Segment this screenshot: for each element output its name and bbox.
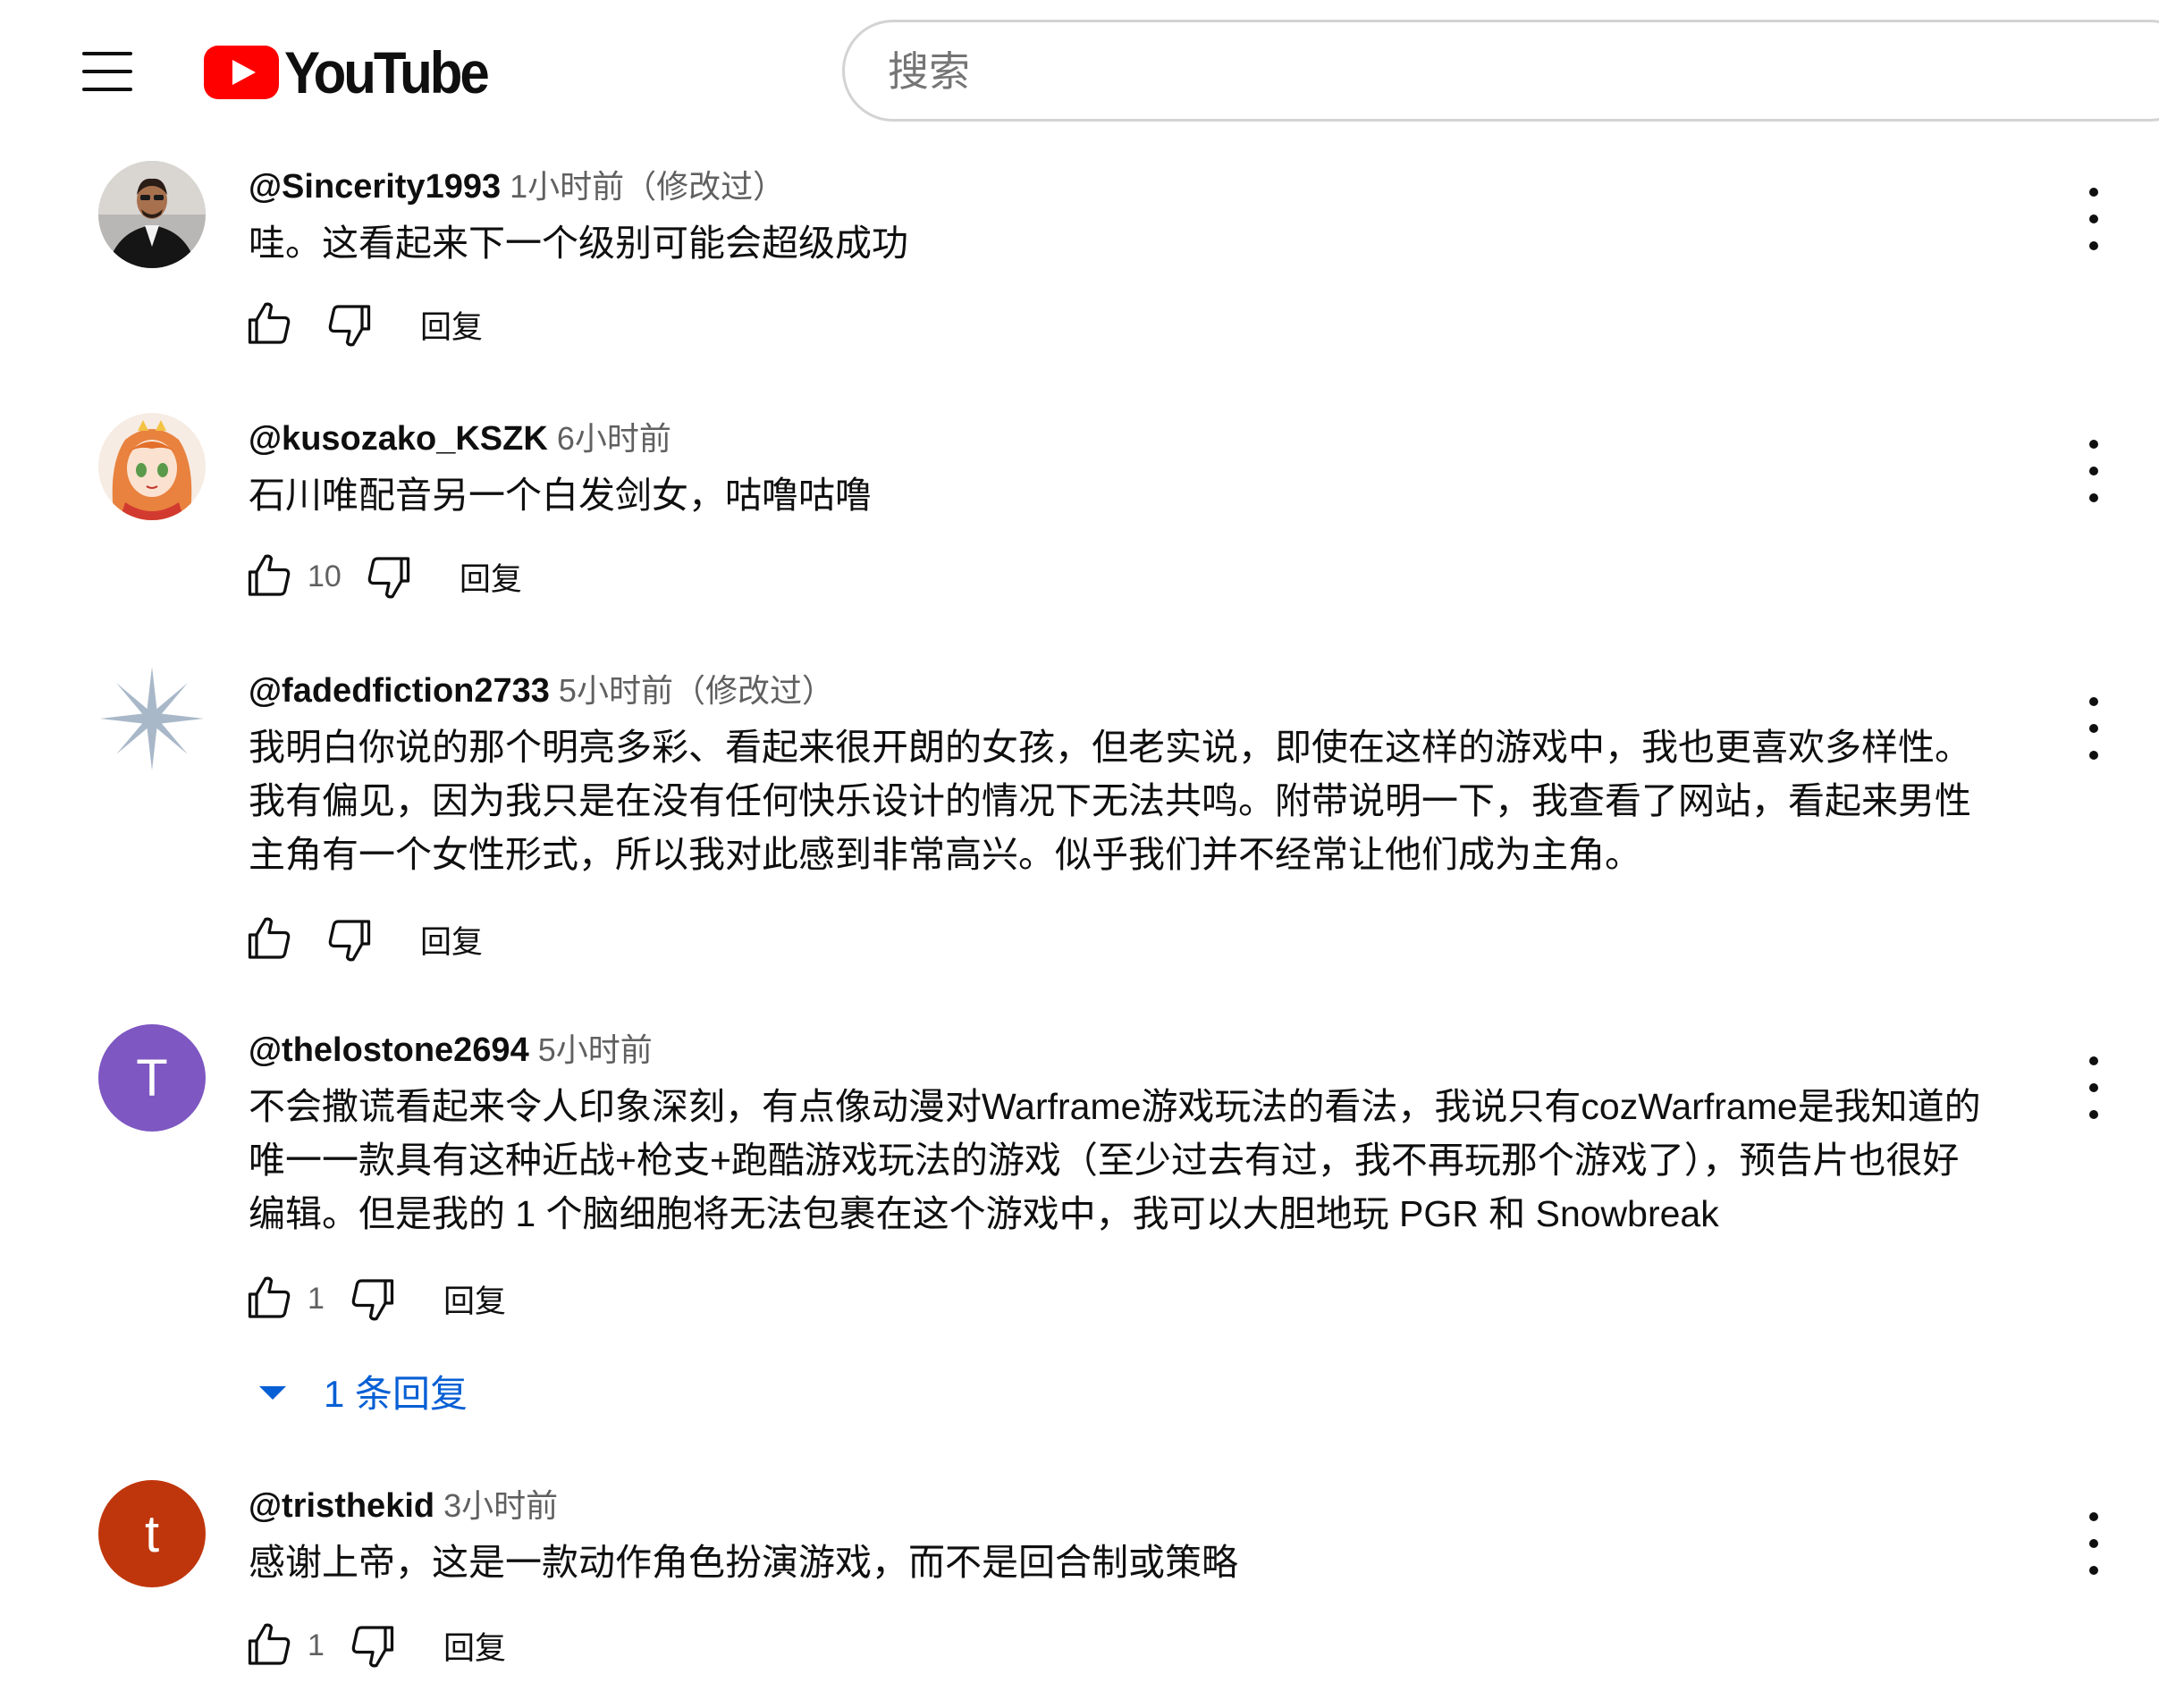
comment-actions: 10 回复 (241, 545, 531, 608)
comment-time[interactable]: 5小时前（修改过） (559, 672, 834, 709)
thumbs-up-icon (248, 917, 291, 959)
more-actions-icon[interactable] (2074, 1512, 2113, 1575)
youtube-wordmark: YouTube (284, 39, 490, 105)
more-actions-icon[interactable] (2074, 440, 2113, 502)
masthead: YouTube (0, 0, 2159, 143)
dislike-button[interactable] (320, 296, 377, 353)
avatar[interactable] (98, 161, 206, 268)
comment-text-line: 编辑。但是我的 1 个脑细胞将无法包裹在这个游戏中，我可以大胆地玩 PGR 和 … (249, 1193, 1719, 1234)
snowflake-star-avatar-icon (98, 665, 206, 772)
reply-button[interactable]: 回复 (434, 1276, 515, 1322)
thumbs-up-icon (248, 1276, 291, 1318)
search-box[interactable] (842, 20, 2159, 122)
man-in-suit-avatar-icon (98, 161, 206, 268)
like-count: 1 (308, 1628, 325, 1662)
reply-button[interactable]: 回复 (451, 554, 531, 600)
comment-text: 不会撒谎看起来令人印象深刻，有点像动漫对Warframe游戏玩法的看法，我说只有… (249, 1080, 2037, 1241)
comment-author[interactable]: @fadedfiction2733 (249, 672, 550, 710)
comment-actions: 回复 (241, 293, 492, 356)
comment-text: 哇。这看起来下一个级别可能会超级成功 (249, 216, 2037, 270)
dislike-button[interactable] (343, 1270, 401, 1327)
search-input[interactable] (886, 44, 1784, 99)
avatar[interactable]: T (98, 1024, 206, 1132)
thumbs-down-icon (328, 305, 371, 347)
comment-time[interactable]: 1小时前（修改过） (510, 168, 785, 205)
thumbs-down-icon (351, 1626, 394, 1668)
reply-button[interactable]: 回复 (411, 302, 492, 348)
thumbs-up-icon (248, 302, 291, 344)
caret-down-icon (259, 1386, 286, 1400)
thumbs-down-icon (328, 920, 371, 962)
comment-actions: 1 回复 (241, 1267, 515, 1330)
comment-text-line: 石川唯配音另一个白发剑女，咕噜咕噜 (249, 475, 872, 516)
avatar-letter: T (136, 1048, 168, 1107)
like-button[interactable] (241, 1270, 299, 1327)
comment-text-line: 唯一一款具有这种近战+枪支+跑酷游戏玩法的游戏（至少过去有过，我不再玩那个游戏了… (249, 1140, 1960, 1181)
comment-actions: 回复 (241, 908, 492, 971)
thumbs-up-icon (248, 1623, 291, 1665)
like-count: 1 (308, 1281, 325, 1316)
comment-text-line: 哇。这看起来下一个级别可能会超级成功 (249, 223, 908, 264)
thumbs-down-icon (367, 557, 409, 599)
comment-time[interactable]: 5小时前 (538, 1031, 653, 1068)
comment-author[interactable]: @tristhekid (249, 1487, 434, 1525)
more-actions-icon[interactable] (2074, 1056, 2113, 1119)
avatar[interactable] (98, 413, 206, 520)
comment-author[interactable]: @thelostone2694 (249, 1031, 529, 1069)
reply-button[interactable]: 回复 (411, 917, 492, 963)
anime-girl-avatar-icon (98, 413, 206, 520)
comment-text-line: 我有偏见，因为我只是在没有任何快乐设计的情况下无法共鸣。附带说明一下，我查看了网… (249, 780, 1971, 821)
comment-text-line: 主角有一个女性形式，所以我对此感到非常高兴。似乎我们并不经常让他们成为主角。 (249, 834, 1641, 875)
thumbs-up-icon (248, 554, 291, 596)
avatar-letter: t (144, 1504, 160, 1563)
more-actions-icon[interactable] (2074, 697, 2113, 760)
replies-count-label: 1 条回复 (324, 1373, 468, 1415)
like-button[interactable] (241, 1617, 299, 1674)
like-button[interactable] (241, 548, 299, 605)
youtube-play-icon (204, 46, 279, 99)
hamburger-menu-icon[interactable] (82, 52, 132, 93)
comment-author[interactable]: @kusozako_KSZK (249, 420, 548, 458)
comment-time[interactable]: 3小时前 (443, 1487, 558, 1524)
comment-time[interactable]: 6小时前 (557, 420, 671, 457)
like-button[interactable] (241, 911, 299, 968)
comment-actions: 1 回复 (241, 1614, 515, 1677)
comment-text: 石川唯配音另一个白发剑女，咕噜咕噜 (249, 468, 2037, 522)
avatar[interactable] (98, 665, 206, 772)
comment-text-line: 我明白你说的那个明亮多彩、看起来很开朗的女孩，但老实说，即使在这样的游戏中，我也… (249, 727, 1971, 768)
view-replies-button[interactable]: 1 条回复 (259, 1364, 468, 1418)
dislike-button[interactable] (359, 548, 417, 605)
dislike-button[interactable] (320, 911, 377, 968)
like-count: 10 (308, 559, 342, 593)
comment-text: 我明白你说的那个明亮多彩、看起来很开朗的女孩，但老实说，即使在这样的游戏中，我也… (249, 720, 2037, 881)
comment-text-line: 不会撒谎看起来令人印象深刻，有点像动漫对Warframe游戏玩法的看法，我说只有… (249, 1086, 1981, 1127)
comment-text: 感谢上帝，这是一款动作角色扮演游戏，而不是回合制或策略 (249, 1536, 2037, 1589)
dislike-button[interactable] (343, 1617, 401, 1674)
thumbs-down-icon (351, 1279, 394, 1321)
youtube-logo[interactable]: YouTube (204, 39, 490, 105)
comment-text-line: 感谢上帝，这是一款动作角色扮演游戏，而不是回合制或策略 (249, 1542, 1238, 1583)
reply-button[interactable]: 回复 (434, 1623, 515, 1669)
more-actions-icon[interactable] (2074, 188, 2113, 250)
comment-author[interactable]: @Sincerity1993 (249, 168, 501, 206)
like-button[interactable] (241, 296, 299, 353)
avatar[interactable]: t (98, 1480, 206, 1587)
